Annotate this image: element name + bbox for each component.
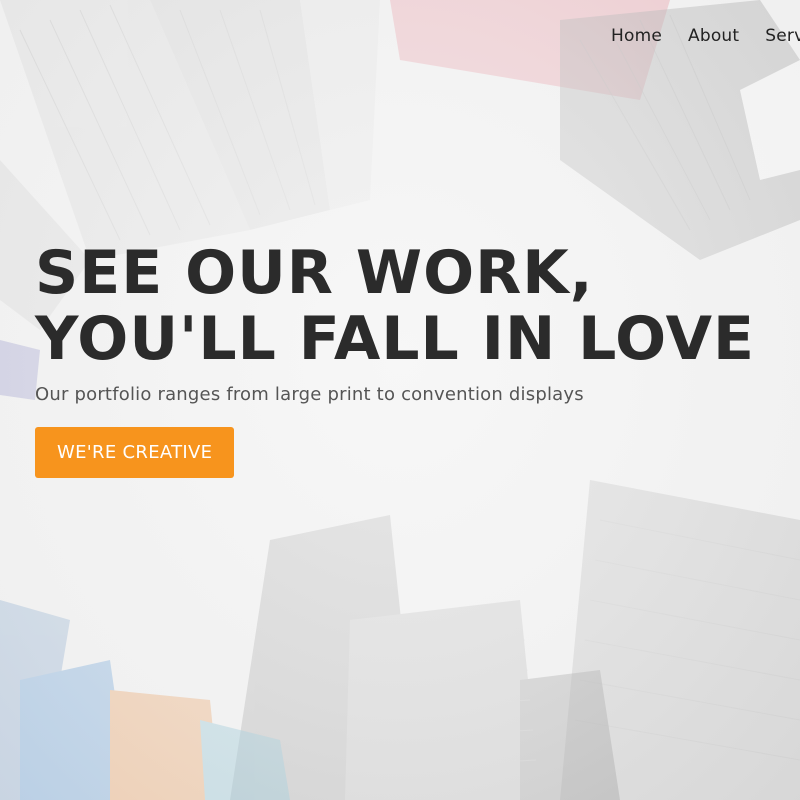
nav-item-home[interactable]: Home: [611, 26, 662, 46]
were-creative-button[interactable]: WE'RE CREATIVE: [35, 427, 235, 478]
main-nav: Home About Serv: [611, 26, 800, 46]
hero-headline: SEE OUR WORK, YOU'LL FALL IN LOVE: [35, 240, 795, 372]
nav-item-about[interactable]: About: [688, 26, 739, 46]
hero-subtitle: Our portfolio ranges from large print to…: [35, 384, 584, 405]
hero-headline-line-1: SEE OUR WORK,: [35, 238, 594, 308]
hero-headline-line-2: YOU'LL FALL IN LOVE: [35, 304, 755, 374]
hero-section: SEE OUR WORK, YOU'LL FALL IN LOVE Our po…: [35, 240, 795, 478]
nav-item-services[interactable]: Serv: [765, 26, 800, 46]
